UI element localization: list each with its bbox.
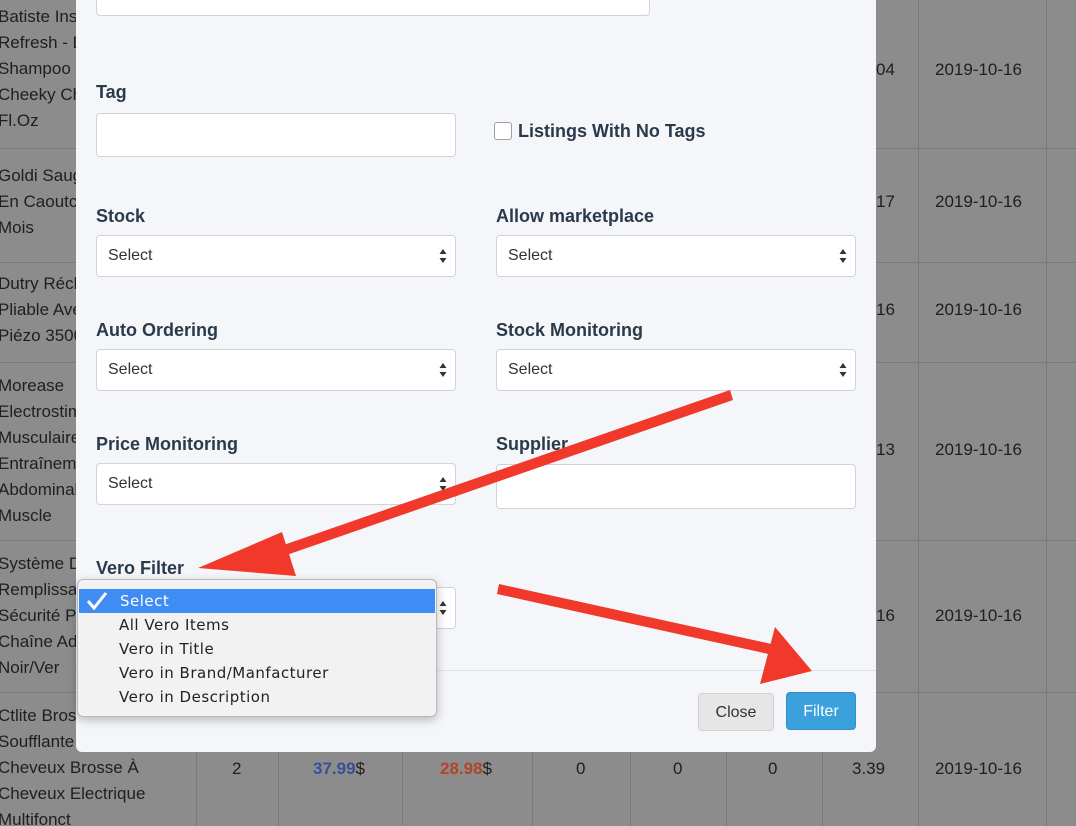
stock-monitoring-select-value: Select <box>508 361 553 378</box>
table-cell-date: 2019-10-16 <box>935 192 1022 211</box>
select-arrows-icon <box>439 601 447 615</box>
price-monitoring-select[interactable]: Select <box>96 463 456 505</box>
checkmark-icon <box>86 592 108 611</box>
table-cell-value: 3.39 <box>852 759 886 778</box>
allow-marketplace-label: Allow marketplace <box>496 206 655 226</box>
vero-option-select[interactable]: Select <box>79 589 435 613</box>
top-text-field[interactable] <box>96 0 650 16</box>
table-cell-value: 04 <box>876 60 895 79</box>
stock-select-value: Select <box>108 247 153 264</box>
table-cell-price: 37.99$ <box>313 759 366 778</box>
price-monitoring-label: Price Monitoring <box>96 434 239 454</box>
vero-option-all-vero-items[interactable]: All Vero Items <box>78 613 436 637</box>
auto-ordering-select[interactable]: Select <box>96 349 456 391</box>
table-cell-price: 28.98$ <box>440 759 493 778</box>
table-cell-zero: 0 <box>768 759 778 778</box>
table-cell-date: 2019-10-16 <box>935 759 1022 778</box>
table-column-divider <box>918 0 919 826</box>
table-cell-value: 16 <box>876 300 895 319</box>
table-cell-zero: 0 <box>673 759 683 778</box>
table-cell-zero: 0 <box>576 759 586 778</box>
vero-filter-label: Vero Filter <box>96 558 185 578</box>
table-column-divider <box>1046 0 1047 826</box>
stock-monitoring-label: Stock Monitoring <box>496 320 643 340</box>
table-cell-date: 2019-10-16 <box>935 440 1022 459</box>
table-cell-date: 2019-10-16 <box>935 606 1022 625</box>
table-cell-qty: 2 <box>232 759 242 778</box>
select-arrows-icon <box>839 249 847 263</box>
tag-label: Tag <box>96 82 127 102</box>
vero-filter-dropdown: Select All Vero Items Vero in Title Vero… <box>77 579 437 717</box>
stock-select[interactable]: Select <box>96 235 456 277</box>
auto-ordering-label: Auto Ordering <box>96 320 218 340</box>
select-arrows-icon <box>839 363 847 377</box>
vero-option-vero-in-brand[interactable]: Vero in Brand/Manfacturer <box>78 661 436 685</box>
supplier-label: Supplier <box>496 434 569 454</box>
select-arrows-icon <box>439 363 447 377</box>
vero-option-label: Vero in Description <box>119 688 271 706</box>
allow-marketplace-select[interactable]: Select <box>496 235 856 277</box>
filter-button[interactable]: Filter <box>786 692 856 730</box>
vero-option-label: All Vero Items <box>119 616 230 634</box>
vero-option-label: Vero in Brand/Manfacturer <box>119 664 329 682</box>
auto-ordering-select-value: Select <box>108 361 153 378</box>
no-tags-checkbox[interactable] <box>494 122 512 140</box>
stock-label: Stock <box>96 206 146 226</box>
price-monitoring-select-value: Select <box>108 475 153 492</box>
select-arrows-icon <box>439 477 447 491</box>
vero-option-vero-in-title[interactable]: Vero in Title <box>78 637 436 661</box>
table-cell-value: 17 <box>876 192 895 211</box>
table-cell-date: 2019-10-16 <box>935 60 1022 79</box>
vero-option-label: Select <box>120 592 170 610</box>
table-cell-value: 13 <box>876 440 895 459</box>
supplier-input[interactable] <box>496 464 856 509</box>
table-cell-date: 2019-10-16 <box>935 300 1022 319</box>
select-arrows-icon <box>439 249 447 263</box>
vero-option-vero-in-description[interactable]: Vero in Description <box>78 685 436 709</box>
table-cell-value: 16 <box>876 606 895 625</box>
vero-option-label: Vero in Title <box>119 640 215 658</box>
tag-input[interactable] <box>96 113 456 157</box>
stock-monitoring-select[interactable]: Select <box>496 349 856 391</box>
close-button[interactable]: Close <box>698 693 774 731</box>
no-tags-label: Listings With No Tags <box>518 121 706 141</box>
allow-marketplace-select-value: Select <box>508 247 553 264</box>
